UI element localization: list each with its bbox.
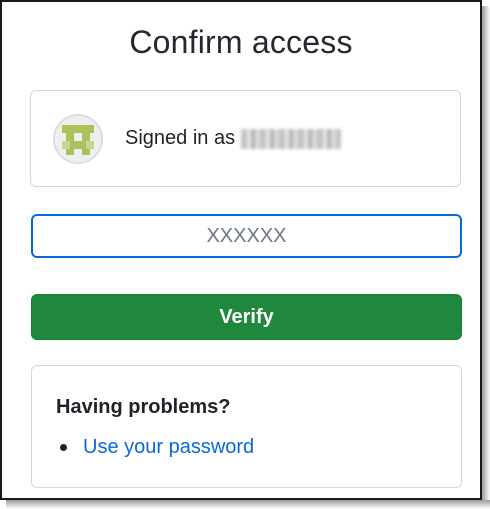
signed-in-text: Signed in as: [125, 127, 342, 150]
signed-in-account-box: Signed in as: [30, 90, 461, 187]
redacted-username: [241, 128, 342, 149]
use-password-link[interactable]: Use your password: [83, 436, 254, 459]
signed-in-label: Signed in as: [125, 127, 236, 149]
recovery-options-list: Use your password: [56, 436, 254, 459]
verify-button[interactable]: Verify: [31, 294, 462, 340]
avatar: [53, 113, 103, 164]
bullet-icon: [60, 444, 67, 451]
window-shadow-right: [482, 6, 490, 509]
having-problems-box: Having problems? Use your password: [31, 365, 462, 488]
page-title: Confirm access: [129, 24, 353, 60]
authentication-code-input[interactable]: [31, 214, 462, 258]
window-shadow-bottom: [6, 500, 490, 509]
identicon-avatar-icon: [55, 115, 101, 162]
having-problems-heading: Having problems?: [56, 396, 231, 418]
dialog-window: Confirm access Signed in as Ver: [0, 0, 482, 500]
list-item: Use your password: [56, 436, 254, 459]
